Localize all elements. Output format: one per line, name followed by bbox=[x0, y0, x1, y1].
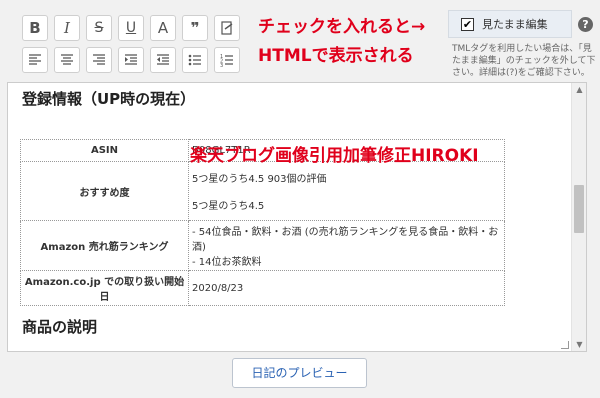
table-row: おすすめ度 5つ星のうち4.5 903個の評価 5つ星のうち4.5 bbox=[20, 161, 505, 221]
underline-icon: U bbox=[125, 20, 137, 36]
align-center-icon bbox=[61, 54, 73, 65]
paste-button[interactable] bbox=[214, 15, 240, 41]
preview-button[interactable]: 日記のプレビュー bbox=[232, 358, 367, 388]
section-heading-registration: 登録情報（UP時の現在） bbox=[22, 90, 196, 108]
bullet-list-button[interactable] bbox=[182, 47, 208, 73]
wysiwyg-hint: TMLタグを利用したい場合は、「見たまま編集」のチェックを外して下さい。詳細は(… bbox=[452, 44, 596, 78]
editor-toolbar: B I S U A ❞ 123 チェックを入れると→ HTMLで表示される ✔ … bbox=[0, 0, 600, 82]
bold-icon: B bbox=[29, 19, 41, 37]
font-size-button[interactable]: A bbox=[150, 15, 176, 41]
paste-icon bbox=[221, 21, 233, 35]
underline-button[interactable]: U bbox=[118, 15, 144, 41]
indent-button[interactable] bbox=[118, 47, 144, 73]
table-value: 2020/8/23 bbox=[188, 270, 505, 306]
help-icon[interactable]: ? bbox=[578, 17, 593, 32]
align-right-button[interactable] bbox=[86, 47, 112, 73]
table-row: Amazon.co.jp での取り扱い開始日 2020/8/23 bbox=[20, 270, 505, 306]
table-value: - 54位食品・飲料・お酒 (の売れ筋ランキングを見る食品・飲料・お酒) - 1… bbox=[188, 220, 505, 271]
annotation-html-note: HTMLで表示される bbox=[258, 46, 414, 66]
svg-text:3: 3 bbox=[220, 63, 223, 68]
italic-icon: I bbox=[64, 19, 70, 37]
annotation-check-note: チェックを入れると→ bbox=[258, 17, 426, 37]
indent-icon bbox=[125, 54, 137, 65]
table-row: Amazon 売れ筋ランキング - 54位食品・飲料・お酒 (の売れ筋ランキング… bbox=[20, 220, 505, 271]
font-size-icon: A bbox=[157, 19, 169, 37]
section-heading-description: 商品の説明 bbox=[22, 318, 98, 336]
table-key: Amazon 売れ筋ランキング bbox=[20, 220, 189, 271]
quote-icon: ❞ bbox=[190, 19, 200, 37]
vertical-scrollbar[interactable]: ▲ ▼ bbox=[571, 83, 586, 351]
outdent-icon bbox=[157, 54, 169, 65]
align-center-button[interactable] bbox=[54, 47, 80, 73]
bold-button[interactable]: B bbox=[22, 15, 48, 41]
strikethrough-icon: S bbox=[94, 20, 104, 36]
table-key: ASIN bbox=[20, 139, 189, 162]
wysiwyg-checkbox[interactable]: ✔ bbox=[461, 17, 474, 31]
scroll-down-icon[interactable]: ▼ bbox=[575, 340, 584, 349]
numbered-list-icon: 123 bbox=[220, 54, 233, 68]
quote-button[interactable]: ❞ bbox=[182, 15, 208, 41]
numbered-list-button[interactable]: 123 bbox=[214, 47, 240, 73]
bullet-list-icon bbox=[188, 54, 201, 66]
watermark-text: 楽天ブログ画像引用加筆修正HIROKI bbox=[190, 146, 479, 166]
align-left-icon bbox=[29, 54, 41, 65]
align-right-icon bbox=[93, 54, 105, 65]
table-value: 5つ星のうち4.5 903個の評価 5つ星のうち4.5 bbox=[188, 161, 505, 221]
italic-button[interactable]: I bbox=[54, 15, 80, 41]
scroll-up-icon[interactable]: ▲ bbox=[575, 85, 584, 94]
resize-grip-icon[interactable] bbox=[561, 341, 569, 349]
strikethrough-button[interactable]: S bbox=[86, 15, 112, 41]
table-key: おすすめ度 bbox=[20, 161, 189, 221]
table-key: Amazon.co.jp での取り扱い開始日 bbox=[20, 270, 189, 306]
wysiwyg-label: 見たまま編集 bbox=[482, 18, 548, 31]
editor-area[interactable]: 登録情報（UP時の現在） ASIN B08GL7T1R おすすめ度 5つ星のうち… bbox=[7, 82, 587, 352]
editor-footer: 日記のプレビュー bbox=[0, 352, 600, 398]
align-left-button[interactable] bbox=[22, 47, 48, 73]
wysiwyg-toggle[interactable]: ✔ 見たまま編集 bbox=[448, 10, 572, 38]
outdent-button[interactable] bbox=[150, 47, 176, 73]
scrollbar-thumb[interactable] bbox=[574, 185, 584, 233]
